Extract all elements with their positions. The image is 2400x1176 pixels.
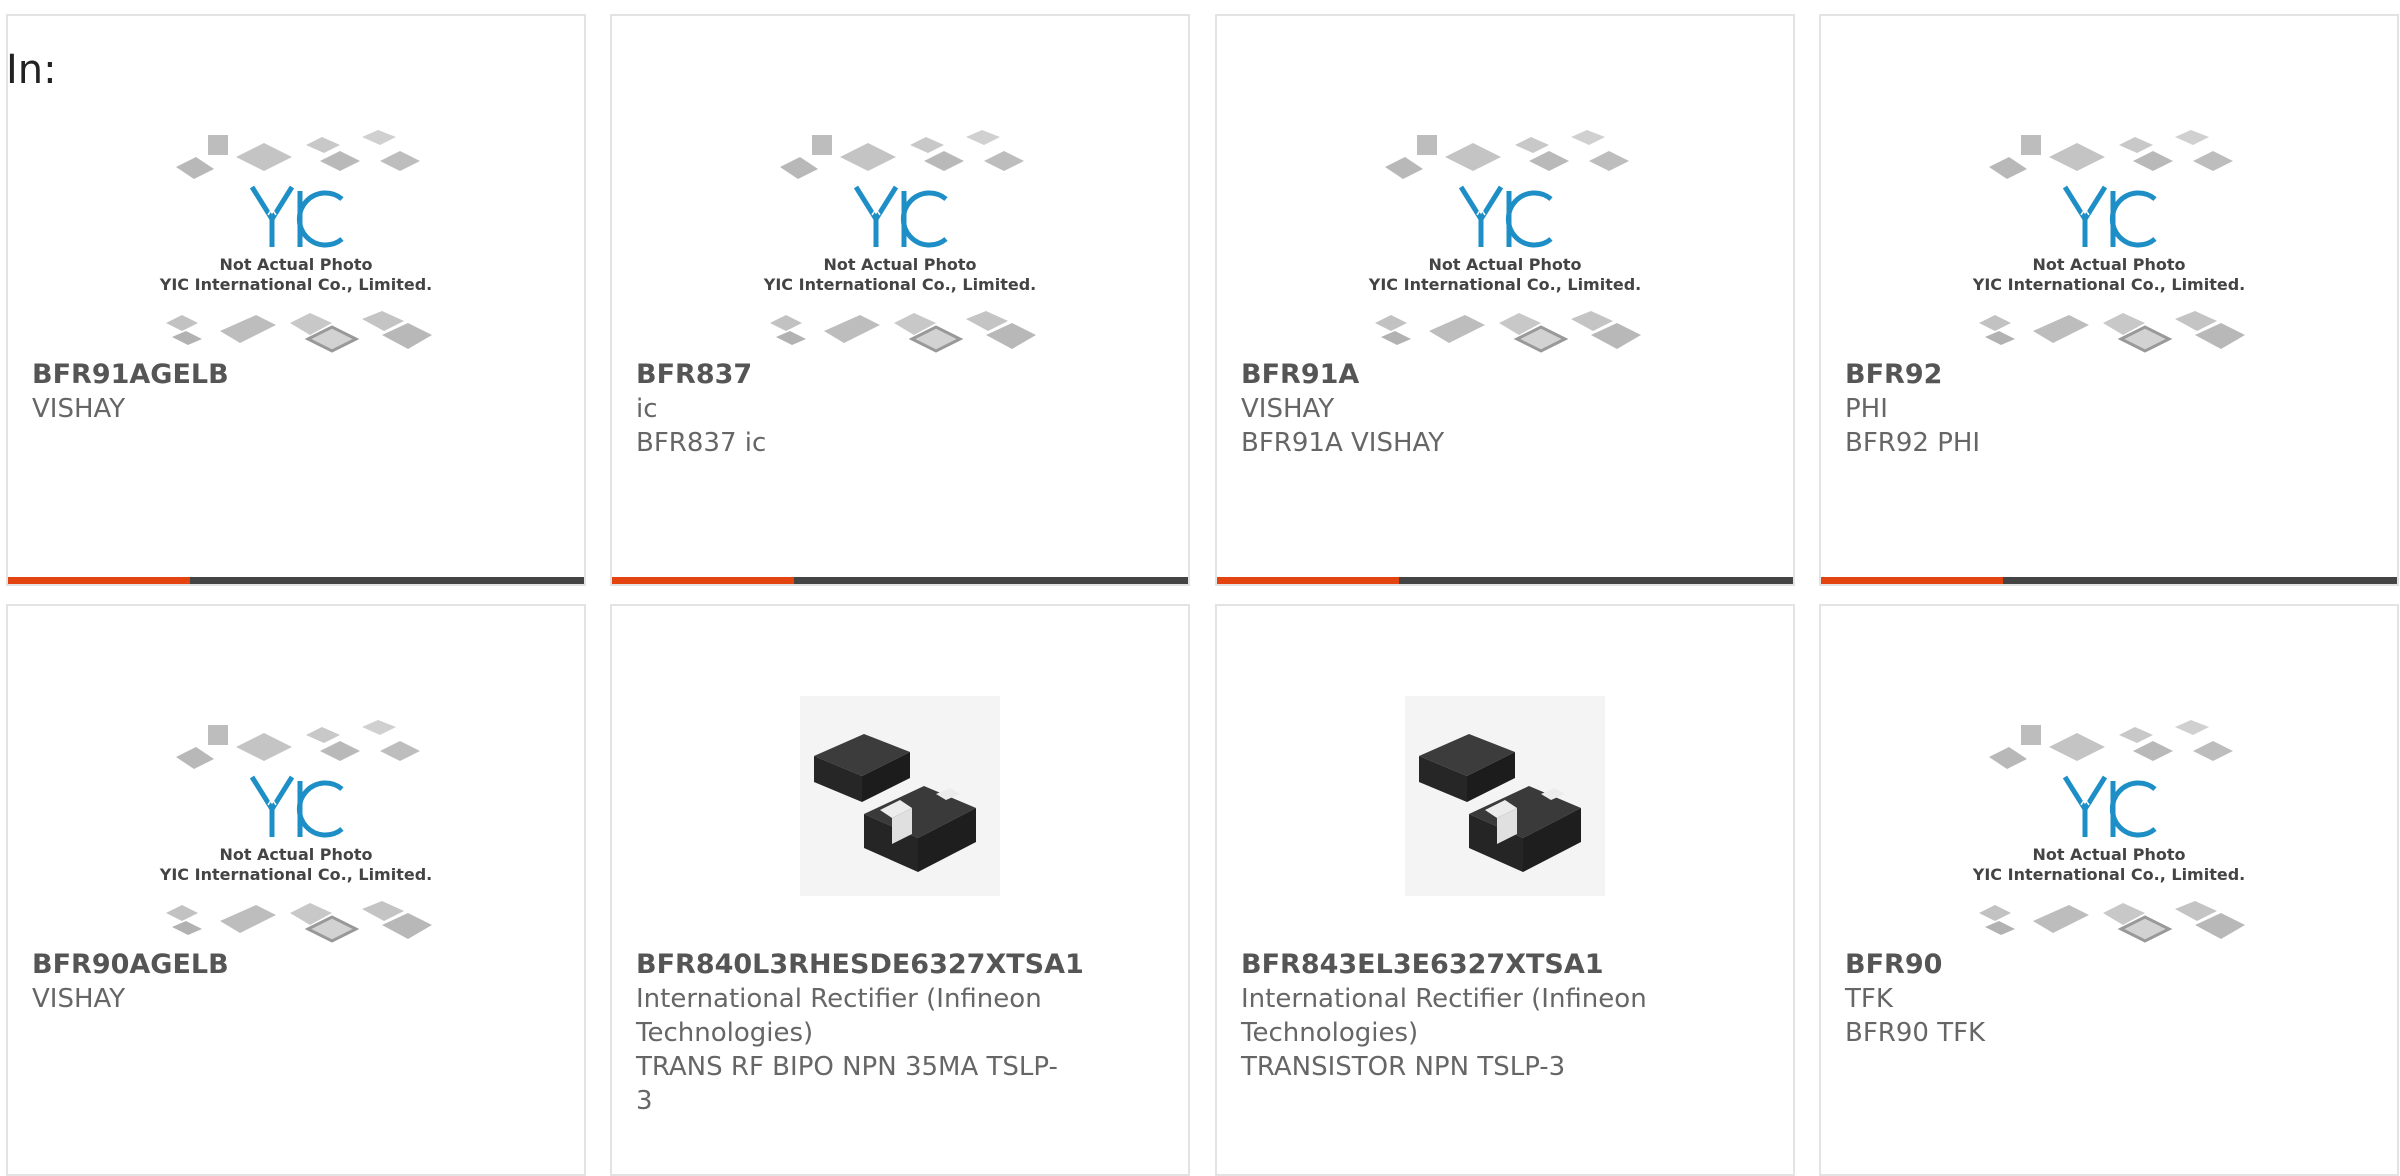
chip-packages-icon xyxy=(166,901,432,943)
product-card[interactable]: Not Actual Photo YIC International Co., … xyxy=(610,14,1190,586)
card-footer-accent xyxy=(8,577,190,584)
yic-logo-icon xyxy=(2062,775,2157,838)
placeholder-line1: Not Actual Photo xyxy=(219,845,373,864)
chip-packages-icon xyxy=(1989,130,2233,179)
product-image[interactable]: Not Actual Photo YIC International Co., … xyxy=(1217,106,1793,366)
product-detail-line: ic xyxy=(636,394,658,424)
placeholder-image: Not Actual Photo YIC International Co., … xyxy=(156,711,436,943)
placeholder-line1: Not Actual Photo xyxy=(1428,255,1582,274)
product-image[interactable]: Not Actual Photo YIC International Co., … xyxy=(8,106,584,366)
placeholder-image: Not Actual Photo YIC International Co., … xyxy=(156,121,436,353)
product-detail-line: International Rectifier (Infineon xyxy=(636,984,1042,1014)
yic-logo-icon xyxy=(2062,185,2157,248)
yic-logo-icon xyxy=(853,185,948,248)
product-image[interactable]: Not Actual Photo YIC International Co., … xyxy=(1821,106,2397,366)
product-detail-line: BFR91A VISHAY xyxy=(1241,428,1445,458)
product-detail-line: International Rectifier (Infineon xyxy=(1241,984,1647,1014)
product-detail-line: PHI xyxy=(1845,394,1888,424)
chip-packages-icon xyxy=(1979,311,2245,353)
placeholder-image: Not Actual Photo YIC International Co., … xyxy=(1365,121,1645,353)
product-detail-line: VISHAY xyxy=(32,984,126,1014)
product-detail-line: VISHAY xyxy=(1241,394,1335,424)
placeholder-caption: Not Actual Photo YIC International Co., … xyxy=(156,255,436,295)
tslp-package-icon xyxy=(800,696,1000,896)
placeholder-line2: YIC International Co., Limited. xyxy=(1972,865,2246,884)
placeholder-line2: YIC International Co., Limited. xyxy=(159,865,433,884)
chip-packages-icon xyxy=(1989,720,2233,769)
product-image[interactable]: Not Actual Photo YIC International Co., … xyxy=(1821,696,2397,956)
tslp-package-icon xyxy=(1405,696,1605,896)
product-part-number[interactable]: BFR91A xyxy=(1241,358,1359,392)
card-footer-bar xyxy=(612,577,1188,584)
chip-packages-icon xyxy=(780,130,1024,179)
search-prefix-label: In: xyxy=(6,47,57,93)
chip-packages-icon xyxy=(166,311,432,353)
placeholder-caption: Not Actual Photo YIC International Co., … xyxy=(1969,845,2249,885)
chip-packages-icon xyxy=(1979,901,2245,943)
product-card[interactable]: Not Actual Photo YIC International Co., … xyxy=(1819,604,2399,1176)
placeholder-line1: Not Actual Photo xyxy=(219,255,373,274)
placeholder-caption: Not Actual Photo YIC International Co., … xyxy=(760,255,1040,295)
card-footer-accent xyxy=(1821,577,2003,584)
product-image[interactable]: Not Actual Photo YIC International Co., … xyxy=(612,106,1188,366)
product-image[interactable] xyxy=(612,666,1188,926)
chip-packages-icon xyxy=(1375,311,1641,353)
yic-logo-icon xyxy=(249,185,344,248)
placeholder-image: Not Actual Photo YIC International Co., … xyxy=(760,121,1040,353)
card-footer-accent xyxy=(612,577,794,584)
placeholder-image: Not Actual Photo YIC International Co., … xyxy=(1969,711,2249,943)
chip-packages-icon xyxy=(176,720,420,769)
card-footer-bar xyxy=(1821,577,2397,584)
product-detail-line: VISHAY xyxy=(32,394,126,424)
product-card[interactable]: Not Actual Photo YIC International Co., … xyxy=(6,14,586,586)
product-part-number[interactable]: BFR90 xyxy=(1845,948,1942,982)
chip-packages-icon xyxy=(176,130,420,179)
placeholder-line2: YIC International Co., Limited. xyxy=(1368,275,1642,294)
product-detail-line: TRANS RF BIPO NPN 35MA TSLP- xyxy=(636,1052,1058,1082)
card-footer-bar xyxy=(8,577,584,584)
yic-logo-icon xyxy=(249,775,344,838)
yic-logo-icon xyxy=(1458,185,1553,248)
product-card[interactable]: Not Actual Photo YIC International Co., … xyxy=(6,604,586,1176)
product-part-number[interactable]: BFR843EL3E6327XTSA1 xyxy=(1241,948,1604,982)
product-card[interactable]: BFR840L3RHESDE6327XTSA1 International Rec… xyxy=(610,604,1190,1176)
placeholder-line2: YIC International Co., Limited. xyxy=(159,275,433,294)
placeholder-line1: Not Actual Photo xyxy=(2032,255,2186,274)
product-part-number[interactable]: BFR840L3RHESDE6327XTSA1 xyxy=(636,948,1084,982)
product-detail-line: TFK xyxy=(1845,984,1893,1014)
placeholder-line1: Not Actual Photo xyxy=(823,255,977,274)
card-footer-bar xyxy=(1217,577,1793,584)
product-detail-line: Technologies) xyxy=(636,1018,814,1048)
placeholder-image: Not Actual Photo YIC International Co., … xyxy=(1969,121,2249,353)
product-detail-line: TRANSISTOR NPN TSLP-3 xyxy=(1241,1052,1566,1082)
product-card[interactable]: Not Actual Photo YIC International Co., … xyxy=(1215,14,1795,586)
product-detail-line: Technologies) xyxy=(1241,1018,1419,1048)
product-part-number[interactable]: BFR837 xyxy=(636,358,752,392)
chip-packages-icon xyxy=(770,311,1036,353)
product-card[interactable]: BFR843EL3E6327XTSA1 International Rectifi… xyxy=(1215,604,1795,1176)
product-part-number[interactable]: BFR92 xyxy=(1845,358,1942,392)
product-card[interactable]: Not Actual Photo YIC International Co., … xyxy=(1819,14,2399,586)
placeholder-line1: Not Actual Photo xyxy=(2032,845,2186,864)
placeholder-line2: YIC International Co., Limited. xyxy=(763,275,1037,294)
product-image[interactable] xyxy=(1217,666,1793,926)
placeholder-caption: Not Actual Photo YIC International Co., … xyxy=(156,845,436,885)
placeholder-caption: Not Actual Photo YIC International Co., … xyxy=(1365,255,1645,295)
product-detail-line: 3 xyxy=(636,1086,653,1116)
placeholder-caption: Not Actual Photo YIC International Co., … xyxy=(1969,255,2249,295)
product-detail-line: BFR837 ic xyxy=(636,428,767,458)
product-detail-line: BFR90 TFK xyxy=(1845,1018,1986,1048)
card-footer-accent xyxy=(1217,577,1399,584)
chip-packages-icon xyxy=(1385,130,1629,179)
product-image[interactable]: Not Actual Photo YIC International Co., … xyxy=(8,696,584,956)
product-grid: Not Actual Photo YIC International Co., … xyxy=(0,0,2400,1176)
placeholder-line2: YIC International Co., Limited. xyxy=(1972,275,2246,294)
product-detail-line: BFR92 PHI xyxy=(1845,428,1981,458)
product-part-number[interactable]: BFR90AGELB xyxy=(32,948,229,982)
product-part-number[interactable]: BFR91AGELB xyxy=(32,358,229,392)
